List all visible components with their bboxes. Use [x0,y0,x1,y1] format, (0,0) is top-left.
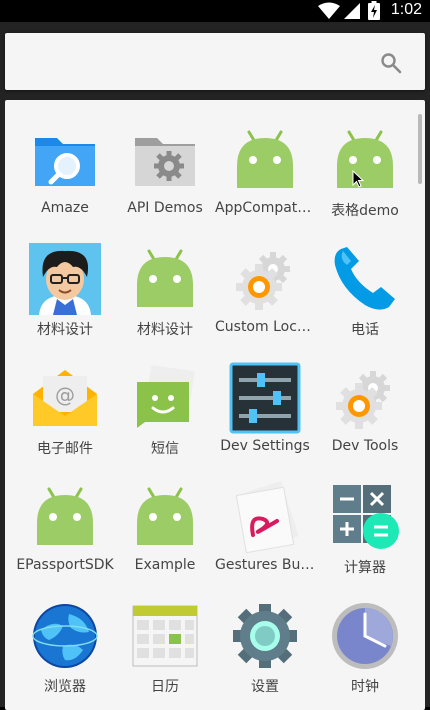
app-shizhong[interactable]: 时钟 [315,576,415,695]
app-label: Amaze [41,200,89,216]
android-robot-icon [137,249,193,307]
search-bar[interactable] [5,33,425,90]
app-liulanqi[interactable]: 浏览器 [15,576,115,695]
svg-text:@: @ [55,383,75,407]
app-label: 设置 [251,679,279,695]
app-label: 浏览器 [44,679,86,695]
app-dev-settings[interactable]: Dev Settings [215,338,315,454]
android-robot-icon [37,487,93,545]
android-robot-icon [237,130,293,188]
globe-browser-icon [32,604,98,668]
app-api-demos[interactable]: API Demos [115,100,215,216]
app-duanxin[interactable]: 短信 [115,338,215,457]
phone-handset-icon [334,247,395,310]
android-robot-icon [337,130,393,188]
clock-icon [332,603,398,669]
app-label: 日历 [151,679,179,695]
app-biaoge-demo[interactable]: 表格demo [315,100,415,219]
app-amaze[interactable]: Amaze [15,100,115,216]
mouse-pointer-icon [352,170,364,188]
app-label: 材料设计 [137,322,193,338]
calculator-icon [333,485,399,549]
app-dev-tools[interactable]: Dev Tools [315,338,415,454]
app-epassportsdk[interactable]: EPassportSDK [15,457,115,573]
app-dianzi-youjian[interactable]: @ 电子邮件 [15,338,115,457]
app-label: API Demos [127,200,203,216]
sms-message-icon [137,365,195,428]
app-dianhua[interactable]: 电话 [315,219,415,338]
email-envelope-icon: @ [33,370,97,426]
app-label: 电话 [351,322,379,338]
app-label: Gestures Build… [215,557,315,573]
app-cailiao-sheji-1[interactable]: 材料设计 [15,219,115,338]
app-label: Dev Tools [331,438,399,454]
app-cailiao-sheji-2[interactable]: 材料设计 [115,219,215,338]
sliders-icon [229,362,301,434]
calendar-grid-icon [132,605,198,667]
app-label: 时钟 [351,679,379,695]
app-jisuanqi[interactable]: 计算器 [315,457,415,576]
folder-search-icon [35,138,95,186]
gesture-card-icon [235,481,299,553]
app-label: AppCompatOne [215,200,315,216]
wifi-icon [318,2,340,19]
settings-gear-icon [233,604,297,668]
folder-gear-icon [135,138,195,186]
app-label: 材料设计 [37,322,93,338]
app-custom-locale[interactable]: Custom Locale [215,219,315,335]
app-label: EPassportSDK [16,557,114,573]
app-appcompatone[interactable]: AppCompatOne [215,100,315,216]
battery-charging-icon [368,1,380,20]
app-label: 表格demo [331,203,399,219]
orange-gear-icon [336,371,390,429]
app-label: 电子邮件 [37,441,93,457]
app-label: 短信 [151,441,179,457]
search-icon[interactable] [379,51,403,75]
status-bar: 1:02 [0,0,430,22]
signal-icon [344,3,360,19]
app-label: Example [134,557,196,573]
scrollbar[interactable] [418,114,422,184]
android-robot-icon [137,487,193,545]
app-label: Custom Locale [215,319,315,335]
cartoon-avatar-icon [29,243,101,315]
app-label: Dev Settings [220,438,310,454]
app-drawer[interactable]: Amaze API Demos AppCompatOne 表格demo 材料设计… [5,100,425,710]
app-rili[interactable]: 日历 [115,576,215,695]
clock-time: 1:02 [390,1,422,18]
app-label: 计算器 [344,560,386,576]
orange-gear-icon [236,252,290,310]
app-gestures-builder[interactable]: Gestures Build… [215,457,315,573]
app-example[interactable]: Example [115,457,215,573]
app-shezhi[interactable]: 设置 [215,576,315,695]
